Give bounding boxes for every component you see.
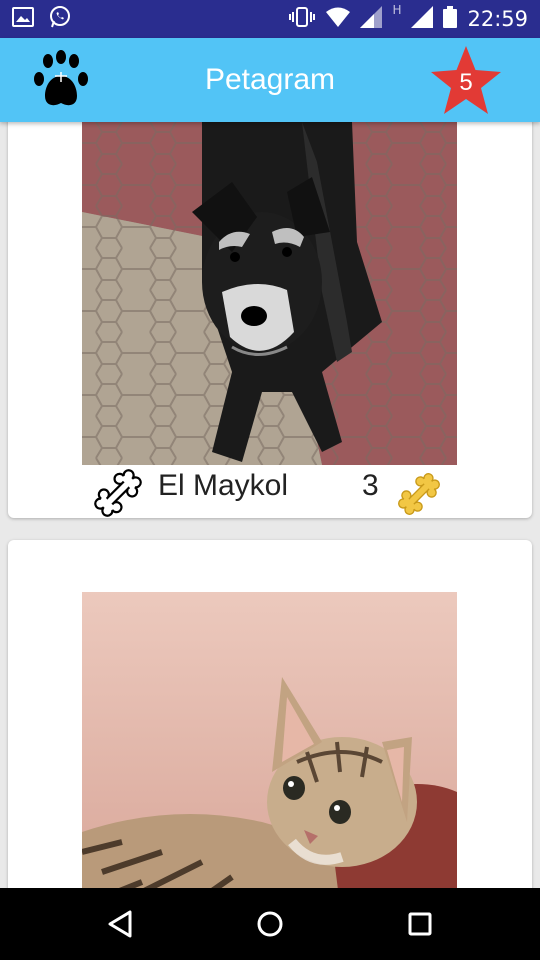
favorites-count: 5 — [459, 69, 473, 96]
like-button[interactable] — [90, 465, 146, 521]
dog-photo — [82, 122, 457, 465]
pet-card: El Maykol 3 — [8, 122, 532, 518]
status-bar: H 22:59 — [0, 0, 540, 38]
gallery-icon — [12, 7, 34, 31]
recents-icon[interactable] — [396, 900, 444, 948]
back-icon[interactable] — [96, 900, 144, 948]
status-time: 22:59 — [467, 7, 528, 31]
whatsapp-icon — [48, 5, 72, 33]
home-icon[interactable] — [246, 900, 294, 948]
favorites-button[interactable]: 5 — [428, 42, 504, 118]
pet-list[interactable]: El Maykol 3 — [0, 122, 540, 888]
signal-icon — [411, 6, 434, 32]
navigation-bar — [0, 888, 540, 960]
app-bar: Petagram 5 — [0, 38, 540, 122]
vibrate-icon — [288, 6, 316, 32]
wifi-icon — [326, 7, 351, 31]
bone-gold-icon — [394, 469, 444, 519]
pet-name: El Maykol — [158, 469, 289, 502]
signal-icon — [360, 6, 383, 32]
network-type-label: H — [392, 3, 402, 17]
pet-rating: 3 — [362, 469, 379, 502]
pet-card — [8, 540, 532, 888]
battery-icon — [443, 6, 458, 32]
bone-outline-icon — [94, 469, 142, 517]
pet-info-row: El Maykol 3 — [8, 463, 532, 517]
cat-photo — [82, 592, 457, 888]
